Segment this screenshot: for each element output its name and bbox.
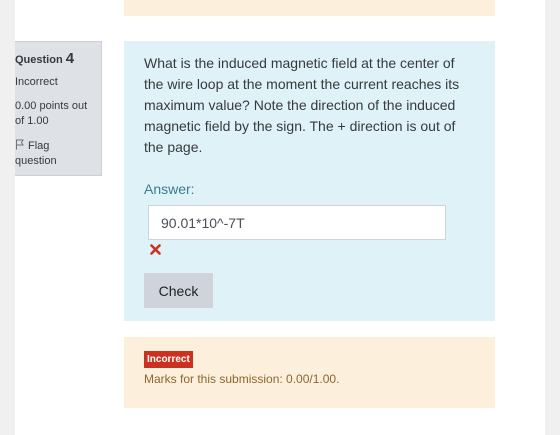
- grade-line-1: 0.00 points out: [15, 100, 88, 112]
- flag-outline-icon: [16, 139, 24, 150]
- answer-label: Answer:: [144, 181, 195, 197]
- submission-feedback: Incorrect Marks for this submission: 0.0…: [124, 337, 495, 408]
- previous-question-feedback: [124, 0, 495, 16]
- question-state: Incorrect: [15, 76, 58, 88]
- incorrect-badge: Incorrect: [144, 351, 193, 368]
- question-text: What is the induced magnetic field at th…: [144, 55, 460, 155]
- grade-line-2: of 1.00: [15, 115, 49, 127]
- flag-label: Flag: [28, 140, 50, 152]
- question-grade: 0.00 points out of 1.00: [15, 99, 87, 129]
- page-content: Question 4 Incorrect 0.00 points out of …: [15, 0, 545, 435]
- question-number: Question 4: [15, 50, 74, 67]
- question-info-panel: Question 4 Incorrect 0.00 points out of …: [15, 41, 102, 176]
- answer-input[interactable]: [148, 205, 446, 240]
- question-number-value: 4: [65, 50, 75, 67]
- question-label: Question: [15, 54, 63, 66]
- marks-text: Marks for this submission: 0.00/1.00.: [144, 372, 340, 386]
- check-button[interactable]: Check: [144, 273, 213, 308]
- flag-label-2: question: [15, 155, 57, 167]
- flag-question-toggle[interactable]: Flag question: [15, 139, 57, 169]
- incorrect-x-icon: [150, 244, 161, 255]
- question-formulation: What is the induced magnetic field at th…: [124, 41, 495, 321]
